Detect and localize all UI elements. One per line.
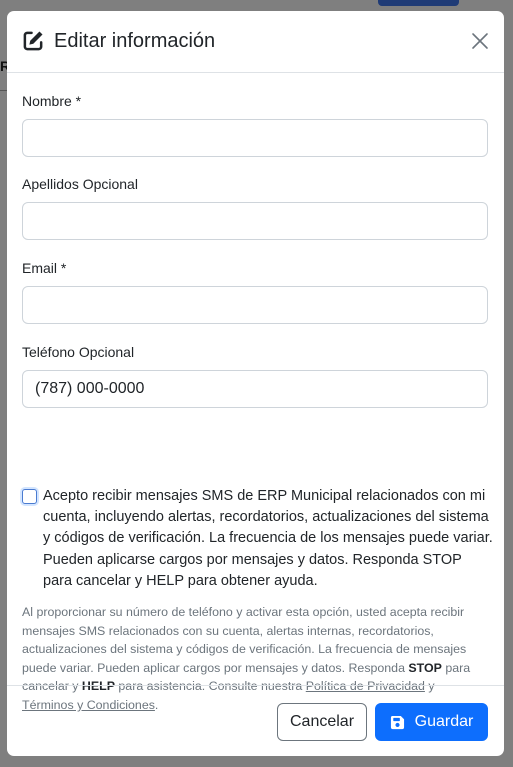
modal-title: Editar información (54, 30, 216, 52)
floppy-disk-icon (390, 715, 404, 729)
close-icon (472, 32, 488, 49)
telefono-label: Teléfono Opcional (22, 344, 135, 360)
sms-consent-label[interactable]: Acepto recibir mensajes SMS de ERP Munic… (43, 486, 493, 592)
stop-keyword: STOP (408, 660, 442, 675)
cancel-button[interactable]: Cancelar (277, 703, 367, 741)
background-button (378, 0, 459, 6)
nombre-label: Nombre * (22, 93, 82, 109)
apellidos-label: Apellidos Opcional (22, 176, 138, 192)
apellidos-input[interactable] (22, 202, 488, 240)
cancel-label: Cancelar (289, 713, 355, 730)
sms-consent-checkbox[interactable] (22, 489, 37, 504)
modal-header: Editar información (7, 11, 504, 73)
email-label: Email * (22, 260, 67, 276)
help-text-part: Al proporcionar su número de teléfono y … (22, 605, 467, 675)
edit-icon (22, 29, 45, 52)
telefono-input[interactable] (22, 370, 488, 408)
edit-info-modal: Editar información Nombre * Apellidos Op… (7, 11, 504, 756)
save-button[interactable]: Guardar (375, 703, 488, 741)
email-input[interactable] (22, 286, 488, 324)
nombre-input[interactable] (22, 119, 488, 157)
save-label: Guardar (414, 713, 474, 730)
modal-footer: Cancelar Guardar (7, 685, 504, 756)
close-button[interactable] (469, 31, 491, 53)
